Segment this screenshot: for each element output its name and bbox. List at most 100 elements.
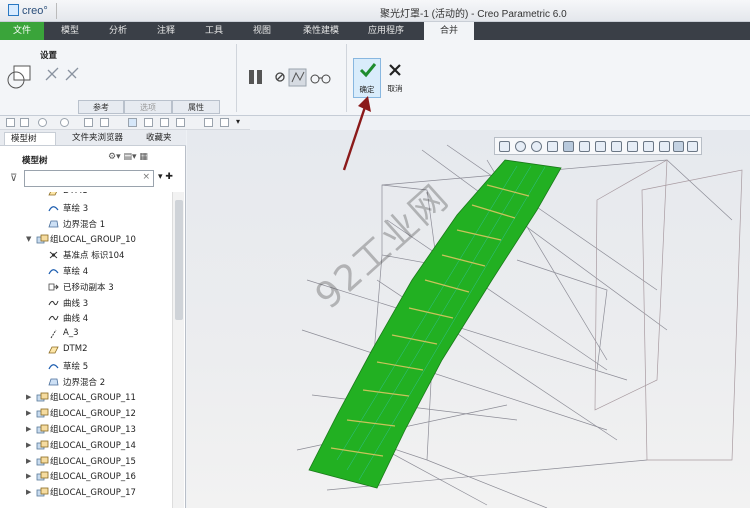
group-icon [36,408,49,418]
annotation-arrow [342,96,371,171]
tree-item-label: 草绘 4 [63,267,89,277]
tab-model-tree[interactable]: 模型树 [4,132,56,145]
collapse-icon[interactable]: ▼ [26,235,31,243]
quick-access-toolbar: ▾ [0,116,250,130]
toolbar-more-icon[interactable]: ▾ [236,117,240,126]
annotation-display-icon[interactable] [659,141,670,152]
sketch-icon [48,266,59,276]
tab-tools[interactable]: 工具 [194,22,234,40]
datum-display-icon[interactable] [160,118,169,127]
copy-icon[interactable] [204,118,213,127]
tab-favorites[interactable]: 收藏夹 [132,132,184,145]
group-icon [36,471,49,481]
tree-item[interactable]: 草绘 3 [0,200,172,216]
surface-direction-icons[interactable] [44,66,84,84]
tree-item[interactable]: 草绘 4 [0,263,172,279]
ok-button[interactable]: 确定 [353,58,381,98]
subtab-properties[interactable]: 属性 [172,100,220,114]
spin-center-icon[interactable] [673,141,684,152]
moved-copy-icon [48,282,59,292]
section-icon[interactable] [627,141,638,152]
tree-item[interactable]: 已移动副本 3 [0,279,172,295]
display-filter-icon[interactable] [176,118,185,127]
view-toolbar [494,137,702,155]
tab-merge[interactable]: 合并 [424,22,474,40]
tree-item[interactable]: ▶ 组LOCAL_GROUP_13 [0,421,172,437]
windows-icon[interactable] [100,118,109,127]
cancel-button[interactable]: 取消 [384,58,406,98]
filter-dropdown-icon[interactable]: ▾ ✚ [158,172,173,182]
zoom-out-icon[interactable] [531,141,542,152]
tree-item-label: 边界混合 2 [63,377,106,388]
tree-item[interactable]: DTM2 [0,342,172,358]
tree-item[interactable]: DTM1 [0,192,172,200]
tree-item[interactable]: 曲线 4 [0,310,172,326]
expand-icon[interactable]: ▶ [26,409,31,417]
measure-icon[interactable] [144,118,153,127]
select-icon[interactable] [128,118,137,127]
tab-flexible-modeling[interactable]: 柔性建模 [292,22,350,40]
datum-display-filter-icon[interactable] [643,141,654,152]
curve-icon [48,313,59,323]
filter-icon: ⊽ [10,173,18,184]
group-icon [36,440,49,450]
expand-icon[interactable]: ▶ [26,472,31,480]
tab-model[interactable]: 模型 [50,22,90,40]
tree-item[interactable]: ▼ 组LOCAL_GROUP_10 [0,231,172,247]
expand-icon[interactable]: ▶ [26,457,31,465]
paste-icon[interactable] [220,118,229,127]
settings-label: 设置 [40,51,58,61]
title-separator [56,3,57,19]
redo-icon[interactable] [60,118,69,127]
undo-icon[interactable] [38,118,47,127]
zoom-in-icon[interactable] [515,141,526,152]
expand-icon[interactable]: ▶ [26,425,31,433]
model-tree-panel: 模型树 文件夹浏览器 收藏夹 模型树 ⚙▾ ▤▾ ▦ ⊽ × ▾ ✚ DTM1 草… [0,130,186,508]
tree-item[interactable]: ▶ 组LOCAL_GROUP_14 [0,437,172,453]
graphics-viewport[interactable]: 92工业网 [187,130,750,508]
tab-file[interactable]: 文件 [0,22,44,40]
saved-orientations-icon[interactable] [579,141,590,152]
new-icon[interactable] [6,118,15,127]
perspective-icon[interactable] [611,141,622,152]
tree-scrollbar[interactable] [172,192,184,508]
tree-item[interactable]: A_3 [0,326,172,342]
clear-filter-icon[interactable]: × [142,172,150,182]
view-manager-icon[interactable] [595,141,606,152]
tree-item[interactable]: 边界混合 2 [0,374,172,390]
tree-item[interactable]: ▶ 组LOCAL_GROUP_15 [0,453,172,469]
tree-item-label: 草绘 3 [63,203,89,214]
refit-icon[interactable] [499,141,510,152]
tab-annotate[interactable]: 注释 [146,22,186,40]
repaint-icon[interactable] [547,141,558,152]
tree-item[interactable]: ▶ 组LOCAL_GROUP_17 [0,484,172,500]
expand-icon[interactable]: ▶ [26,393,31,401]
tree-item[interactable]: 曲线 3 [0,295,172,311]
subtab-references[interactable]: 参考 [78,100,124,114]
tree-scroll-thumb[interactable] [175,200,183,320]
tree-item-label: DTM1 [63,192,87,196]
expand-icon[interactable]: ▶ [26,441,31,449]
tree-item-label: DTM2 [63,344,88,354]
tree-item[interactable]: 边界混合 1 [0,216,172,232]
tree-item[interactable]: ▶ 组LOCAL_GROUP_12 [0,405,172,421]
tree-item[interactable]: ▶ 组LOCAL_GROUP_11 [0,389,172,405]
tree-item-label: 已移动副本 3 [63,282,114,293]
annotation-icon[interactable] [687,141,698,152]
tab-applications[interactable]: 应用程序 [358,22,414,40]
tree-item-label: 组LOCAL_GROUP_14 [50,440,136,451]
panel-tab-bar: 模型树 文件夹浏览器 收藏夹 [0,130,186,146]
tab-view[interactable]: 视图 [242,22,282,40]
tree-item[interactable]: 基准点 标识104 [0,247,172,263]
tree-settings-icons[interactable]: ⚙▾ ▤▾ ▦ [108,152,168,166]
expand-icon[interactable]: ▶ [26,488,31,496]
tab-analysis[interactable]: 分析 [98,22,138,40]
subtab-options[interactable]: 选项 [124,100,172,114]
tab-folder-browser[interactable]: 文件夹浏览器 [58,132,130,145]
tree-filter-input[interactable]: × [24,170,154,187]
open-icon[interactable] [20,118,29,127]
display-style-icon[interactable] [563,141,574,152]
regenerate-icon[interactable] [84,118,93,127]
tree-item[interactable]: 草绘 5 [0,358,172,374]
tree-item[interactable]: ▶ 组LOCAL_GROUP_16 [0,468,172,484]
